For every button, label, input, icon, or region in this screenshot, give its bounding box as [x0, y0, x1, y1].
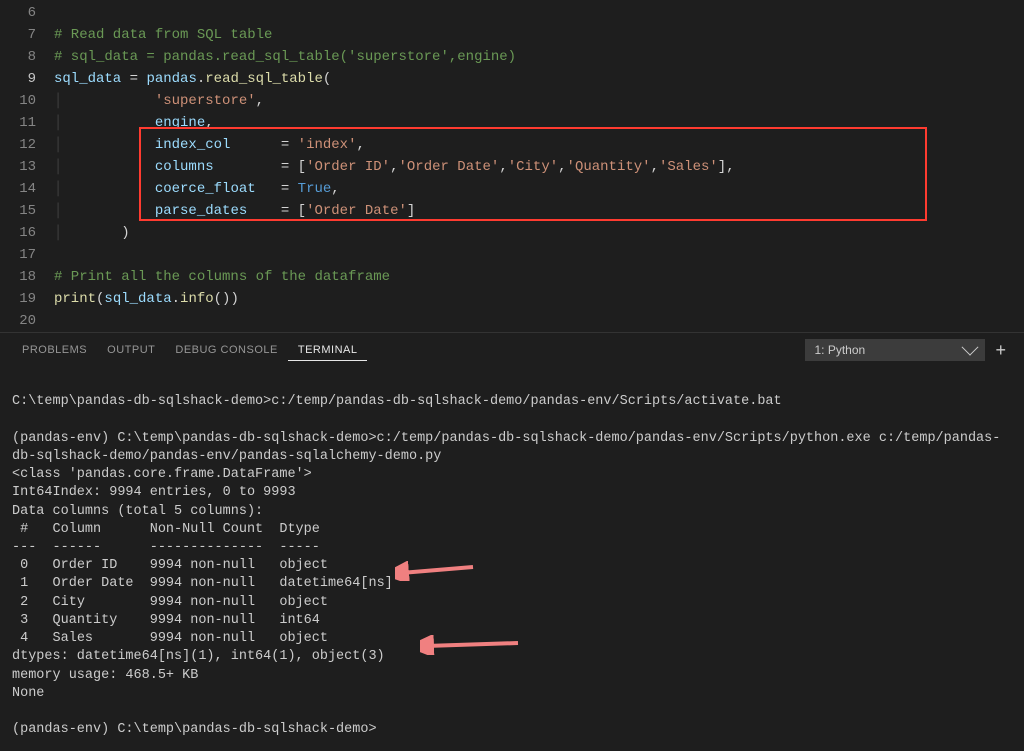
tab-terminal[interactable]: TERMINAL [288, 340, 368, 361]
terminal-output[interactable]: C:\temp\pandas-db-sqlshack-demo>c:/temp/… [0, 367, 1024, 751]
comment: # sql_data = pandas.read_sql_table('supe… [54, 49, 516, 65]
new-terminal-button[interactable]: + [989, 340, 1012, 361]
code-editor[interactable]: 6 7 8 9 10 11 12 13 14 15 16 17 18 19 20… [0, 0, 1024, 332]
annotation-arrow-icon [395, 561, 475, 581]
comment: # Read data from SQL table [54, 27, 272, 43]
code-content[interactable]: # Read data from SQL table # sql_data = … [54, 0, 1024, 332]
panel-tab-bar: PROBLEMS OUTPUT DEBUG CONSOLE TERMINAL 1… [0, 332, 1024, 367]
terminal-selector[interactable]: 1: Python [805, 339, 985, 361]
tab-problems[interactable]: PROBLEMS [12, 340, 97, 360]
annotation-arrow-icon [420, 635, 520, 655]
comment: # Print all the columns of the dataframe [54, 269, 390, 285]
line-gutter: 6 7 8 9 10 11 12 13 14 15 16 17 18 19 20 [0, 0, 54, 332]
tab-debug-console[interactable]: DEBUG CONSOLE [165, 340, 287, 360]
tab-output[interactable]: OUTPUT [97, 340, 165, 360]
chevron-down-icon [962, 339, 979, 356]
